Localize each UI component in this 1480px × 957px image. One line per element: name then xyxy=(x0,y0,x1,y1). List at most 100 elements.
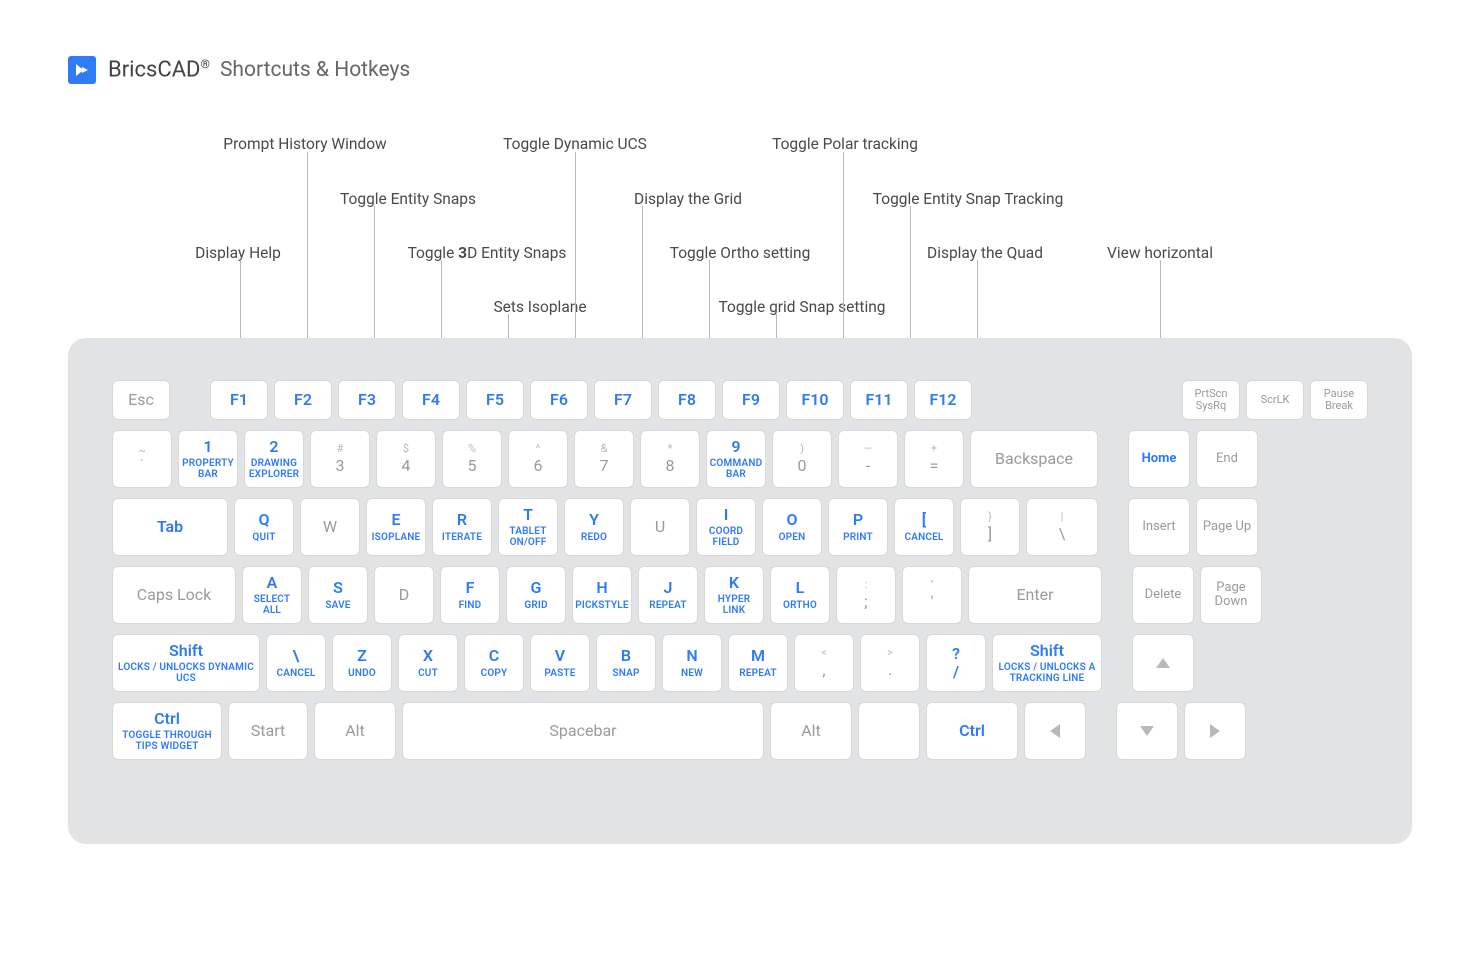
key-scrlk: ScrLK xyxy=(1246,380,1304,420)
key-home: Home xyxy=(1128,430,1190,488)
page-subtitle: Shortcuts & Hotkeys xyxy=(220,58,410,82)
key-u: U xyxy=(630,498,690,556)
callout-f11: Toggle Entity Snap Tracking xyxy=(873,190,1064,208)
callout-f4: Toggle 3D Entity Snaps xyxy=(408,244,567,262)
key-f7: F7 xyxy=(594,380,652,420)
key-0: )0 xyxy=(772,430,832,488)
key-f5: F5 xyxy=(466,380,524,420)
key-lshift: ShiftLOCKS / UNLOCKS DYNAMIC UCS xyxy=(112,634,260,692)
key-l: LORTHO xyxy=(770,566,830,624)
key-o: OOPEN xyxy=(762,498,822,556)
header: BricsCAD® Shortcuts & Hotkeys xyxy=(68,56,410,84)
callout-f3: Toggle Entity Snaps xyxy=(340,190,476,208)
key-semicolon: :; xyxy=(836,566,896,624)
callout-f6: Toggle Dynamic UCS xyxy=(503,135,647,153)
key-menu xyxy=(858,702,920,760)
brand-logo-icon xyxy=(68,56,96,84)
key-d: D xyxy=(374,566,434,624)
key-comma: <, xyxy=(794,634,854,692)
key-lalt: Alt xyxy=(314,702,396,760)
row-qwerty: Tab QQUIT W EISOPLANE RITERATE TTABLET O… xyxy=(112,498,1368,556)
key-intl-backslash: \CANCEL xyxy=(266,634,326,692)
key-rshift: ShiftLOCKS / UNLOCKS A TRACKING LINE xyxy=(992,634,1102,692)
key-rbracket: }] xyxy=(960,498,1020,556)
key-g: GGRID xyxy=(506,566,566,624)
key-rctrl: Ctrl xyxy=(926,702,1018,760)
row-asdf: Caps Lock ASELECT ALL SSAVE D FFIND GGRI… xyxy=(112,566,1368,624)
key-arrow-up xyxy=(1132,634,1194,692)
key-backslash: |\ xyxy=(1026,498,1098,556)
key-t: TTABLET ON/OFF xyxy=(498,498,558,556)
key-w: W xyxy=(300,498,360,556)
key-f2: F2 xyxy=(274,380,332,420)
arrow-right-icon xyxy=(1210,724,1220,738)
callout-f1: Display Help xyxy=(195,244,281,262)
callout-f10: Toggle Polar tracking xyxy=(772,135,918,153)
key-f10: F10 xyxy=(786,380,844,420)
key-f9: F9 xyxy=(722,380,780,420)
row-function: Esc F1 F2 F3 F4 F5 F6 F7 F8 F9 F10 F11 F… xyxy=(112,380,1368,420)
brand-name: BricsCAD® xyxy=(108,57,210,82)
key-period: >. xyxy=(860,634,920,692)
key-j: JREPEAT xyxy=(638,566,698,624)
key-dash: —- xyxy=(838,430,898,488)
keyboard-panel: Esc F1 F2 F3 F4 F5 F6 F7 F8 F9 F10 F11 F… xyxy=(68,338,1412,844)
key-start: Start xyxy=(228,702,308,760)
key-arrow-right xyxy=(1184,702,1246,760)
callout-f12: Display the Quad xyxy=(927,244,1043,262)
key-f4: F4 xyxy=(402,380,460,420)
key-v: VPASTE xyxy=(530,634,590,692)
key-arrow-down xyxy=(1116,702,1178,760)
callout-f7: Display the Grid xyxy=(634,190,742,208)
key-pgdn: Page Down xyxy=(1200,566,1262,624)
key-f11: F11 xyxy=(850,380,908,420)
key-y: YREDO xyxy=(564,498,624,556)
key-ralt: Alt xyxy=(770,702,852,760)
key-f8: F8 xyxy=(658,380,716,420)
key-apostrophe: "' xyxy=(902,566,962,624)
key-tilde: ~` xyxy=(112,430,172,488)
key-slash: ?/ xyxy=(926,634,986,692)
key-p: PPRINT xyxy=(828,498,888,556)
arrow-up-icon xyxy=(1156,658,1170,668)
key-1: 1PROPERTY BAR xyxy=(178,430,238,488)
key-f3: F3 xyxy=(338,380,396,420)
key-end: End xyxy=(1196,430,1258,488)
key-z: ZUNDO xyxy=(332,634,392,692)
key-2: 2DRAWING EXPLORER xyxy=(244,430,304,488)
key-6: ^6 xyxy=(508,430,568,488)
key-lctrl: CtrlTOGGLE THROUGH TIPS WIDGET xyxy=(112,702,222,760)
key-arrow-left xyxy=(1024,702,1086,760)
row-numbers: ~` 1PROPERTY BAR 2DRAWING EXPLORER #3 $4… xyxy=(112,430,1368,488)
key-m: MREPEAT xyxy=(728,634,788,692)
callout-home: View horizontal xyxy=(1107,244,1213,262)
row-zxcv: ShiftLOCKS / UNLOCKS DYNAMIC UCS \CANCEL… xyxy=(112,634,1368,692)
key-backspace: Backspace xyxy=(970,430,1098,488)
key-prtscn: PrtScn SysRq xyxy=(1182,380,1240,420)
key-f: FFIND xyxy=(440,566,500,624)
key-q: QQUIT xyxy=(234,498,294,556)
key-4: $4 xyxy=(376,430,436,488)
key-k: KHYPER LINK xyxy=(704,566,764,624)
key-f1: F1 xyxy=(210,380,268,420)
key-capslock: Caps Lock xyxy=(112,566,236,624)
key-8: *8 xyxy=(640,430,700,488)
key-tab: Tab xyxy=(112,498,228,556)
key-space: Spacebar xyxy=(402,702,764,760)
key-delete: Delete xyxy=(1132,566,1194,624)
key-lbracket: [CANCEL xyxy=(894,498,954,556)
key-x: XCUT xyxy=(398,634,458,692)
key-b: BSNAP xyxy=(596,634,656,692)
key-s: SSAVE xyxy=(308,566,368,624)
callout-f8: Toggle Ortho setting xyxy=(670,244,811,262)
key-a: ASELECT ALL xyxy=(242,566,302,624)
callout-f9: Toggle grid Snap setting xyxy=(718,298,885,316)
key-f6: F6 xyxy=(530,380,588,420)
key-n: NNEW xyxy=(662,634,722,692)
row-bottom: CtrlTOGGLE THROUGH TIPS WIDGET Start Alt… xyxy=(112,702,1368,760)
arrow-left-icon xyxy=(1050,724,1060,738)
key-enter: Enter xyxy=(968,566,1102,624)
key-f12: F12 xyxy=(914,380,972,420)
key-r: RITERATE xyxy=(432,498,492,556)
key-insert: Insert xyxy=(1128,498,1190,556)
